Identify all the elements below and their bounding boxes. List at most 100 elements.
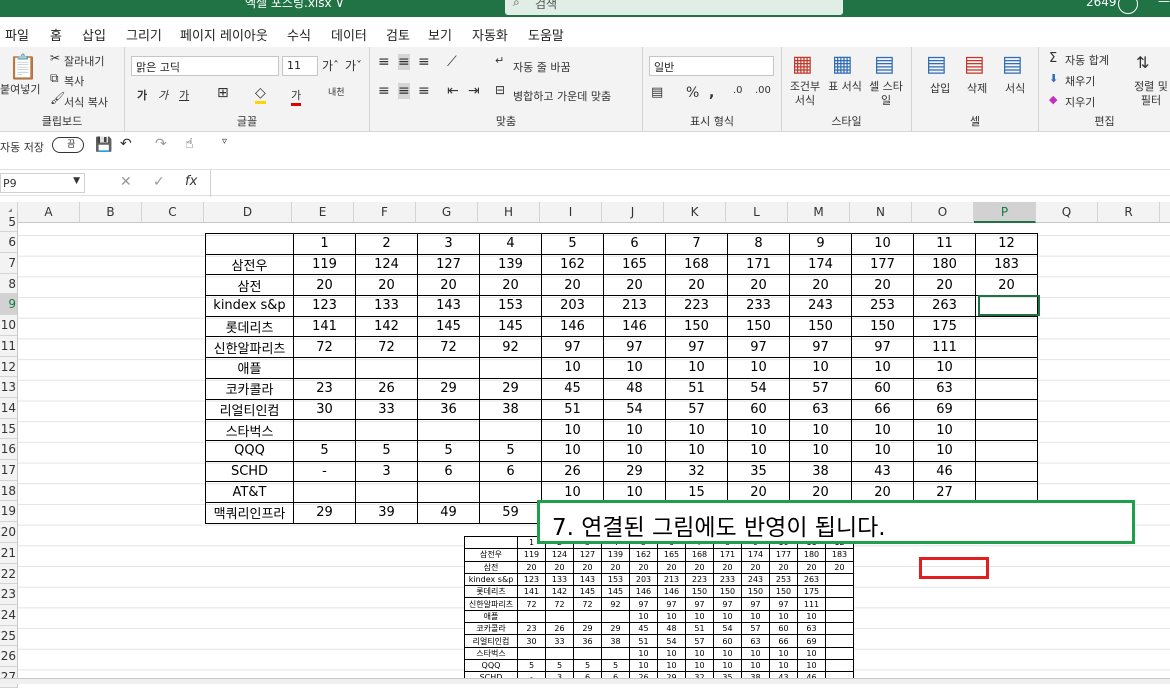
linked-picture-cell[interactable]: QQQ bbox=[464, 658, 518, 673]
search-box[interactable]: ⌕ 검색 bbox=[505, 0, 843, 15]
decrease-decimal-icon[interactable]: .00 bbox=[755, 85, 771, 96]
table-cell[interactable]: 175 bbox=[913, 315, 976, 338]
align-center-icon[interactable]: ≡ bbox=[398, 83, 410, 99]
table-cell[interactable]: 223 bbox=[665, 295, 728, 317]
undo-icon[interactable]: ↶ bbox=[120, 136, 132, 152]
shrink-font-icon[interactable]: 가ˇ bbox=[345, 57, 362, 74]
table-cell[interactable]: 10 bbox=[789, 419, 852, 441]
row-header-23[interactable]: 23 bbox=[0, 584, 18, 605]
linked-picture-cell[interactable]: 5 bbox=[573, 658, 602, 673]
table-cell[interactable]: 6 bbox=[603, 233, 666, 255]
table-cell[interactable] bbox=[417, 357, 480, 379]
linked-picture-cell[interactable]: 20 bbox=[825, 560, 854, 574]
insert-cells-icon[interactable]: ▤ bbox=[926, 52, 947, 77]
outdent-icon[interactable]: ⇤ bbox=[447, 83, 459, 99]
linked-picture-cell[interactable]: 97 bbox=[741, 597, 770, 611]
autosave-toggle[interactable]: 끔 bbox=[52, 137, 84, 153]
linked-picture-cell[interactable]: 10 bbox=[797, 646, 826, 660]
row-header-20[interactable]: 20 bbox=[0, 522, 18, 543]
linked-picture-cell[interactable]: 143 bbox=[573, 572, 602, 587]
linked-picture-cell[interactable]: 삼전우 bbox=[464, 548, 518, 562]
row-header-9[interactable]: 9 bbox=[0, 294, 18, 316]
row-header-14[interactable]: 14 bbox=[0, 397, 18, 419]
table-cell[interactable]: 243 bbox=[789, 295, 852, 317]
row-header-21[interactable]: 21 bbox=[0, 542, 18, 564]
file-title[interactable]: 엑셀 포스팅.xlsx ∨ bbox=[245, 0, 344, 11]
table-cell[interactable]: 20 bbox=[913, 274, 976, 297]
table-cell[interactable]: 2 bbox=[355, 233, 418, 255]
table-cell[interactable]: 150 bbox=[727, 315, 790, 338]
tab-file[interactable]: 파일 bbox=[5, 25, 29, 44]
table-cell[interactable]: 1 bbox=[293, 233, 356, 255]
column-header-h[interactable]: H bbox=[478, 202, 540, 223]
linked-picture-cell[interactable]: 20 bbox=[573, 560, 602, 574]
linked-picture-cell[interactable]: 코카콜라 bbox=[464, 622, 518, 636]
linked-picture-cell[interactable]: 142 bbox=[545, 585, 574, 599]
table-cell[interactable]: 174 bbox=[789, 253, 852, 276]
table-cell[interactable]: 5 bbox=[293, 439, 356, 462]
linked-picture-cell[interactable]: 145 bbox=[573, 585, 602, 599]
font-name-select[interactable]: 맑은 고딕 bbox=[131, 56, 279, 76]
table-cell[interactable]: 20 bbox=[541, 274, 604, 297]
table-cell[interactable]: 삼전 bbox=[205, 274, 294, 297]
table-cell[interactable]: 20 bbox=[417, 274, 480, 297]
table-cell[interactable]: 141 bbox=[293, 315, 356, 338]
linked-picture-cell[interactable]: 10 bbox=[685, 609, 714, 624]
linked-picture-cell[interactable]: 10 bbox=[741, 646, 770, 660]
format-painter-button[interactable]: 서식 복사 bbox=[64, 94, 108, 110]
table-cell[interactable]: 63 bbox=[913, 377, 976, 400]
table-cell[interactable]: - bbox=[293, 460, 356, 483]
row-header-17[interactable]: 17 bbox=[0, 460, 18, 481]
avatar-icon[interactable] bbox=[1118, 0, 1138, 14]
table-cell[interactable]: 150 bbox=[789, 315, 852, 338]
linked-picture-cell[interactable]: 233 bbox=[713, 572, 742, 587]
table-cell[interactable]: 127 bbox=[417, 253, 480, 276]
table-cell[interactable] bbox=[417, 419, 480, 441]
phonetic-icon[interactable]: 내천 bbox=[328, 85, 345, 98]
orientation-icon[interactable]: ⟋ bbox=[447, 54, 457, 70]
linked-picture-cell[interactable]: 243 bbox=[741, 572, 770, 587]
linked-picture-cell[interactable]: 10 bbox=[713, 609, 742, 624]
conditional-format-button[interactable]: 조건부 서식 bbox=[788, 80, 822, 108]
linked-picture-cell[interactable] bbox=[825, 658, 854, 673]
linked-picture-cell[interactable]: 20 bbox=[629, 560, 658, 574]
autosum-button[interactable]: 자동 합계 bbox=[1065, 52, 1109, 68]
linked-picture-cell[interactable] bbox=[573, 609, 602, 624]
linked-picture-cell[interactable]: 36 bbox=[573, 634, 602, 648]
table-cell[interactable]: 10 bbox=[851, 233, 914, 255]
table-cell[interactable] bbox=[975, 377, 1038, 400]
linked-picture-cell[interactable]: 145 bbox=[601, 585, 630, 599]
table-cell[interactable] bbox=[479, 357, 542, 379]
linked-picture-cell[interactable]: 97 bbox=[629, 597, 658, 611]
paste-button[interactable]: 붙여넣기 bbox=[0, 81, 40, 97]
copy-icon[interactable]: ⧉ bbox=[50, 71, 59, 86]
table-cell[interactable]: 143 bbox=[417, 295, 480, 317]
linked-picture-cell[interactable]: 162 bbox=[629, 548, 658, 562]
table-cell[interactable]: 10 bbox=[789, 439, 852, 462]
italic-icon[interactable]: 가 bbox=[158, 87, 168, 103]
linked-picture-cell[interactable]: 29 bbox=[601, 622, 630, 636]
table-cell[interactable]: SCHD bbox=[205, 460, 294, 483]
column-header-f[interactable]: F bbox=[354, 202, 416, 223]
linked-picture-cell[interactable]: 스타벅스 bbox=[464, 646, 518, 660]
table-cell[interactable] bbox=[205, 233, 294, 255]
table-cell[interactable] bbox=[293, 481, 356, 503]
table-cell[interactable]: 97 bbox=[851, 336, 914, 359]
linked-picture-cell[interactable]: 146 bbox=[657, 585, 686, 599]
linked-picture-cell[interactable]: 213 bbox=[657, 572, 686, 587]
table-cell[interactable]: 29 bbox=[417, 377, 480, 400]
table-cell[interactable]: 145 bbox=[479, 315, 542, 338]
table-cell[interactable]: 60 bbox=[727, 398, 790, 421]
table-cell[interactable]: 4 bbox=[479, 233, 542, 255]
linked-picture-cell[interactable]: 150 bbox=[713, 585, 742, 599]
linked-picture-cell[interactable]: 5 bbox=[517, 658, 546, 673]
row-header-10[interactable]: 10 bbox=[0, 315, 18, 336]
table-cell[interactable]: 57 bbox=[665, 398, 728, 421]
insert-function-icon[interactable]: fx bbox=[185, 174, 197, 189]
wrap-text-icon[interactable]: ↵ bbox=[495, 54, 504, 67]
selected-cell-p9[interactable] bbox=[978, 295, 1040, 316]
linked-picture-cell[interactable]: 146 bbox=[629, 585, 658, 599]
indent-icon[interactable]: ⇥ bbox=[468, 83, 480, 99]
table-cell[interactable]: 6 bbox=[417, 460, 480, 483]
worksheet-grid[interactable]: 1 2 3 4 5 6 7 8 9 10 11 12 삼전우 119 124 127 139 162 165 168 1… bbox=[18, 223, 1170, 678]
